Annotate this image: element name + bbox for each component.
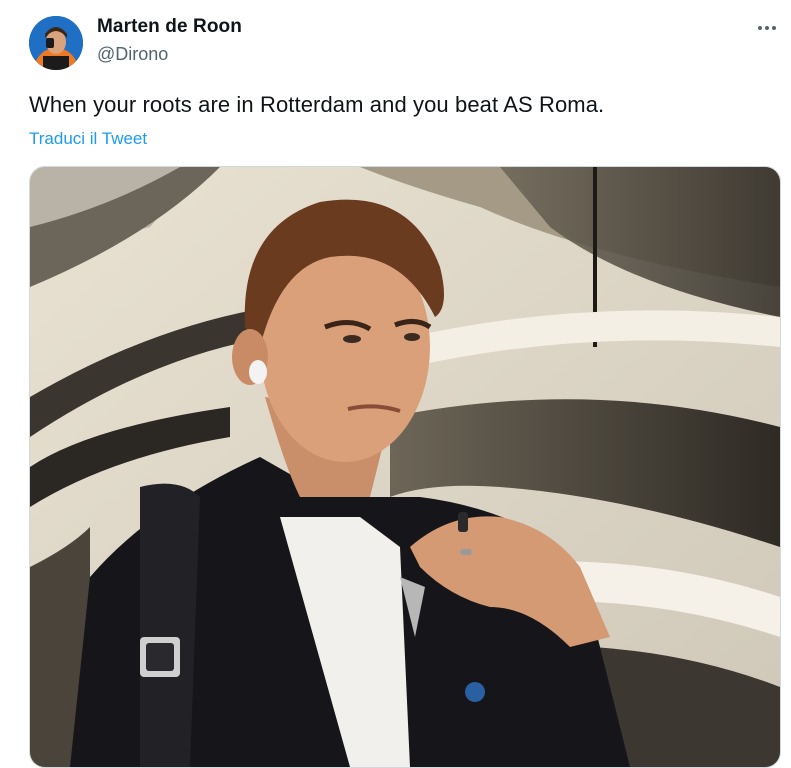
more-horizontal-icon — [758, 26, 776, 30]
tweet-photo[interactable] — [29, 166, 781, 768]
more-options-button[interactable] — [752, 18, 782, 38]
author-avatar[interactable] — [29, 16, 83, 70]
tweet-text: When your roots are in Rotterdam and you… — [29, 92, 605, 117]
translate-tweet-link[interactable]: Traduci il Tweet — [29, 129, 147, 149]
tweet-card[interactable]: Marten de Roon @Dirono When your roots a… — [0, 0, 791, 768]
author-name[interactable]: Marten de Roon — [97, 16, 242, 38]
photo-image — [30, 167, 780, 767]
author-handle[interactable]: @Dirono — [97, 44, 168, 65]
avatar-image — [29, 16, 83, 70]
